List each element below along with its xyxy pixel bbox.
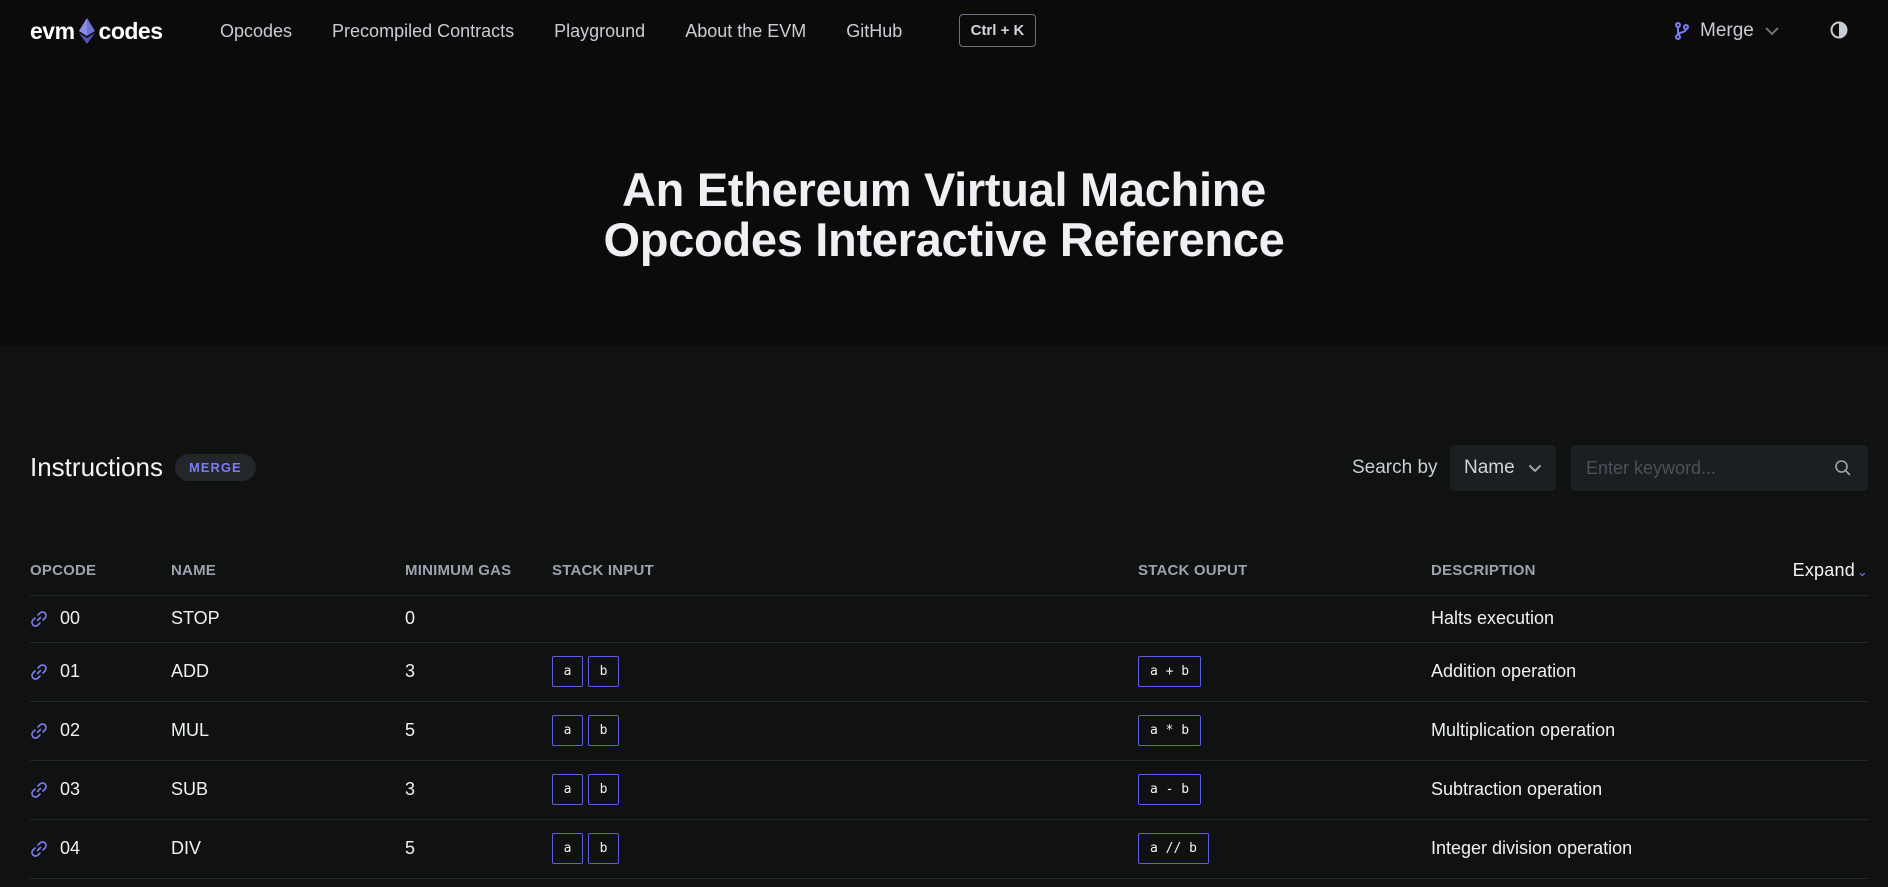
page-title-line-2: Opcodes Interactive Reference [603,213,1285,266]
nav-link-github[interactable]: GitHub [846,18,902,44]
fork-selector[interactable]: Merge [1674,18,1780,44]
stack-output-item: a // b [1138,833,1209,864]
column-header-name[interactable]: NAME [171,547,405,596]
git-branch-icon [1675,22,1689,40]
column-header-opcode[interactable]: OPCODE [30,547,171,596]
page-title: An Ethereum Virtual Machine Opcodes Inte… [0,165,1888,265]
table-row[interactable]: 01 ADD 3 ab a + b Addition operation [30,642,1868,702]
opcode-name: ADD [171,642,405,702]
stack-input [552,595,1138,643]
ethereum-diamond-icon [78,18,95,44]
link-icon[interactable] [30,663,48,681]
stack-input: ab [552,819,1138,879]
logo-text-evm: evm [30,17,75,44]
instructions-header: Instructions MERGE [30,452,256,483]
link-icon[interactable] [30,781,48,799]
search-shortcut-button[interactable]: Ctrl + K [959,14,1036,47]
minimum-gas: 5 [405,701,552,761]
site-logo[interactable]: evm codes [30,17,163,45]
stack-output-item: a * b [1138,715,1202,746]
fork-selector-label: Merge [1700,20,1754,41]
opcode-value: 04 [60,838,81,858]
opcode-name: MUL [171,701,405,761]
page-title-line-1: An Ethereum Virtual Machine [622,163,1266,216]
opcodes-table: OPCODE NAME MINIMUM GAS STACK INPUT STAC… [30,547,1868,879]
search-by-label: Search by [1352,457,1438,478]
hero-section: An Ethereum Virtual Machine Opcodes Inte… [0,60,1888,345]
nav-link-about-the-evm[interactable]: About the EVM [685,18,806,44]
stack-input: ab [552,760,1138,820]
table-row[interactable]: 03 SUB 3 ab a - b Subtraction operation [30,760,1868,820]
chevron-down-icon [1765,27,1779,36]
theme-toggle-icon[interactable] [1830,21,1848,39]
stack-input: ab [552,642,1138,702]
opcode-description: Multiplication operation [1431,701,1868,761]
stack-input-item: b [588,715,619,746]
stack-output: a * b [1138,701,1431,761]
minimum-gas: 3 [405,642,552,702]
opcode-description: Addition operation [1431,642,1868,702]
nav-link-playground[interactable]: Playground [554,18,645,44]
fork-badge: MERGE [174,454,256,481]
nav-link-precompiled-contracts[interactable]: Precompiled Contracts [332,18,514,44]
stack-output-item: a - b [1138,774,1202,805]
expand-label: Expand [1792,560,1855,581]
stack-input-item: b [588,774,619,805]
minimum-gas: 0 [405,595,552,643]
expand-all-button[interactable]: Expand ⌄ [1784,547,1868,596]
link-icon[interactable] [30,840,48,858]
opcode-name: DIV [171,819,405,879]
top-navigation-bar: evm codes Opcodes Precompiled Contracts … [0,0,1888,60]
column-header-minimum-gas[interactable]: MINIMUM GAS [405,547,552,596]
chevron-down-icon [1528,464,1542,472]
stack-input: ab [552,701,1138,761]
opcode-value: 02 [60,720,81,740]
table-row[interactable]: 04 DIV 5 ab a // b Integer division oper… [30,819,1868,879]
main-nav: Opcodes Precompiled Contracts Playground… [220,18,902,44]
opcode-value: 01 [60,661,81,681]
opcode-description: Integer division operation [1431,819,1868,879]
minimum-gas: 3 [405,760,552,820]
stack-output-item: a + b [1138,656,1202,687]
column-header-description: DESCRIPTION [1431,547,1784,596]
link-icon[interactable] [30,722,48,740]
nav-link-opcodes[interactable]: Opcodes [220,18,292,44]
search-box[interactable] [1571,445,1868,491]
stack-input-item: a [552,656,583,687]
column-header-stack-output: STACK OUPUT [1138,547,1431,596]
minimum-gas: 5 [405,819,552,879]
stack-input-item: b [588,656,619,687]
column-header-stack-input: STACK INPUT [552,547,1138,596]
opcode-value: 03 [60,779,81,799]
stack-output: a + b [1138,642,1431,702]
chevron-down-icon: ⌄ [1856,564,1868,580]
stack-output: a // b [1138,819,1431,879]
opcode-description: Halts execution [1431,595,1868,643]
search-input[interactable] [1571,445,1834,491]
stack-input-item: a [552,774,583,805]
opcode-name: SUB [171,760,405,820]
search-by-value: Name [1464,457,1515,478]
stack-input-item: a [552,715,583,746]
instructions-title: Instructions [30,452,163,482]
link-icon[interactable] [30,610,48,628]
opcode-value: 00 [60,608,81,628]
stack-output: a - b [1138,760,1431,820]
search-icon[interactable] [1834,459,1852,477]
stack-input-item: a [552,833,583,864]
stack-input-item: b [588,833,619,864]
opcode-description: Subtraction operation [1431,760,1868,820]
opcode-name: STOP [171,595,405,643]
stack-output [1138,595,1431,643]
table-row[interactable]: 00 STOP 0 Halts execution [30,595,1868,643]
logo-text-codes: codes [98,17,163,44]
table-header-row: OPCODE NAME MINIMUM GAS STACK INPUT STAC… [30,547,1868,596]
table-row[interactable]: 02 MUL 5 ab a * b Multiplication operati… [30,701,1868,761]
search-by-select[interactable]: Name [1450,445,1556,491]
